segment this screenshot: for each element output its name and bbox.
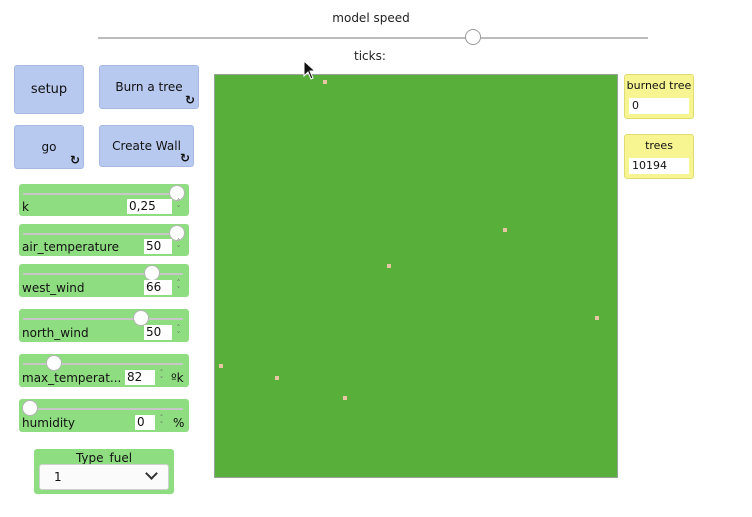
setup-button-label: setup (30, 82, 68, 97)
model-speed-label: model speed (332, 11, 410, 25)
slider-value-input[interactable]: 82 (125, 370, 155, 385)
monitor-value: 10194 (629, 158, 689, 174)
chooser-label: Type_fuel (75, 451, 133, 465)
type-fuel-chooser: Type_fuel 1 (34, 449, 174, 494)
slider-track[interactable] (23, 193, 183, 195)
slider-name: k (22, 200, 29, 214)
burned-patch (343, 396, 347, 400)
slider-name: max_temperat... (22, 371, 122, 385)
burned-patch (503, 228, 507, 232)
burn-a-tree-button-label: Burn a tree (115, 80, 183, 94)
slider-value-input[interactable]: 50 (144, 239, 172, 254)
model-speed-slider-thumb[interactable] (465, 29, 481, 45)
burn-a-tree-button[interactable]: Burn a tree ↻ (99, 65, 199, 109)
model-speed-slider-track[interactable] (98, 37, 648, 39)
monitor-value: 0 (629, 98, 689, 114)
burned-patch (323, 80, 327, 84)
go-button[interactable]: go ↻ (14, 125, 84, 169)
burned-tree-monitor: burned tree 0 (624, 74, 694, 119)
monitor-label: trees (645, 139, 673, 152)
burned-patch (595, 316, 599, 320)
burned-patch (275, 376, 279, 380)
ticks-label: ticks: (354, 49, 386, 63)
create-wall-button[interactable]: Create Wall ↻ (99, 125, 194, 167)
chooser-selected-value: 1 (54, 470, 62, 484)
slider-thumb[interactable] (22, 400, 38, 416)
mouse-pointer-icon (303, 60, 317, 80)
slider-thumb[interactable] (46, 355, 62, 371)
go-button-label: go (41, 140, 57, 154)
slider-k: k 0,25 ˄ ˅ (19, 184, 189, 216)
setup-button[interactable]: setup (14, 65, 84, 114)
slider-air-temperature: air_temperature 50 ˄ ˅ (19, 224, 189, 256)
slider-name: air_temperature (22, 240, 120, 254)
slider-thumb[interactable] (133, 310, 149, 326)
slider-stepper[interactable]: ˄ ˅ (173, 280, 184, 295)
trees-monitor: trees 10194 (624, 134, 694, 179)
slider-humidity: humidity 0 ˄ ˅ % (19, 399, 189, 432)
slider-track[interactable] (23, 318, 183, 320)
slider-stepper[interactable]: ˄ ˅ (156, 370, 167, 385)
slider-stepper[interactable]: ˄ ˅ (173, 199, 184, 214)
type-fuel-select[interactable]: 1 (39, 464, 169, 490)
slider-value-input[interactable]: 0 (135, 415, 155, 430)
slider-west-wind: west_wind 66 ˄ ˅ (19, 264, 189, 297)
monitor-label: burned tree (626, 79, 692, 92)
burned-patch (219, 364, 223, 368)
slider-track[interactable] (23, 233, 183, 235)
chevron-down-icon (145, 467, 158, 480)
create-wall-button-label: Create Wall (112, 139, 181, 153)
slider-north-wind: north_wind 50 ˄ ˅ (19, 309, 189, 342)
slider-name: humidity (22, 416, 75, 430)
slider-track[interactable] (23, 408, 183, 410)
forever-icon: ↻ (184, 93, 195, 107)
forever-icon: ↻ (179, 151, 190, 165)
forever-icon: ↻ (69, 153, 80, 167)
slider-value-input[interactable]: 66 (144, 280, 172, 295)
slider-max-temperature: max_temperat... 82 ˄ ˅ ºk (19, 354, 189, 387)
slider-name: west_wind (22, 281, 85, 295)
slider-stepper[interactable]: ˄ ˅ (173, 325, 184, 340)
slider-unit: % (173, 416, 185, 430)
slider-name: north_wind (22, 326, 89, 340)
world-view[interactable] (214, 74, 618, 478)
slider-unit: ºk (171, 371, 184, 385)
slider-stepper[interactable]: ˄ ˅ (173, 239, 184, 254)
slider-value-input[interactable]: 0,25 (127, 199, 172, 214)
slider-stepper[interactable]: ˄ ˅ (156, 415, 167, 430)
burned-patch (387, 264, 391, 268)
slider-thumb[interactable] (144, 265, 160, 281)
slider-value-input[interactable]: 50 (144, 325, 172, 340)
